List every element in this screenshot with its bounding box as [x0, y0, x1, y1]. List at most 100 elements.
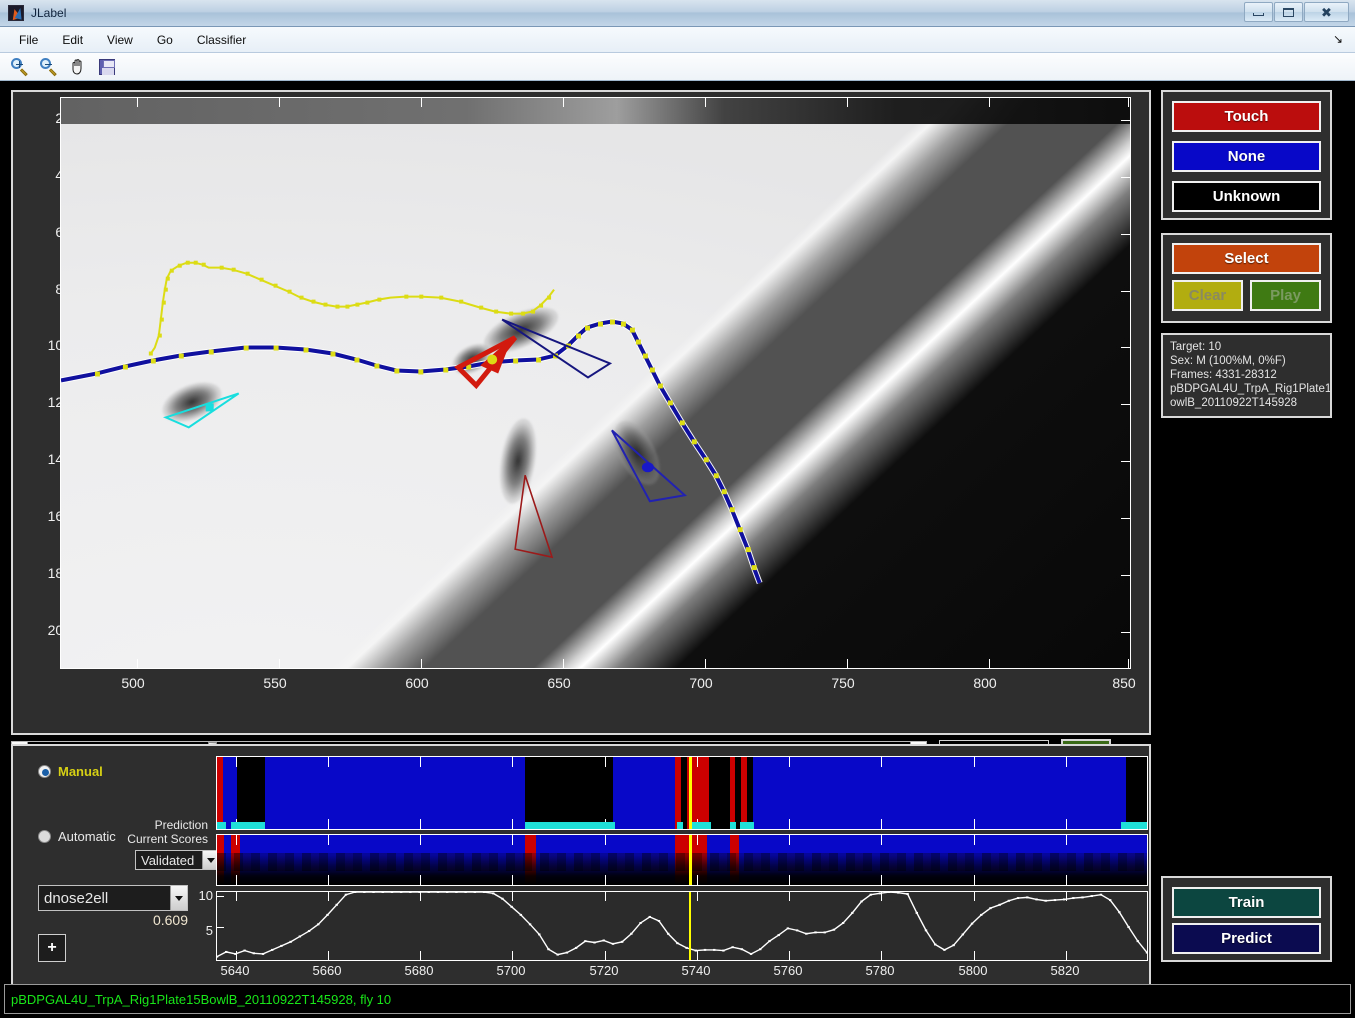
close-icon: ✖	[1321, 4, 1332, 20]
zoom-out-icon[interactable]	[39, 57, 59, 77]
validated-marker	[525, 822, 615, 829]
validated-marker	[689, 822, 711, 829]
automatic-prediction-timeline[interactable]	[216, 834, 1148, 886]
minimize-button[interactable]	[1244, 2, 1273, 22]
selection-panel: Select Clear Play	[1161, 233, 1332, 323]
score-xtick-label: 5820	[1050, 963, 1080, 978]
timeline-segment	[237, 757, 265, 829]
jlabel-window: JLabel ✖ File Edit View Go Classifier ↘	[0, 0, 1355, 1018]
menu-file[interactable]: File	[8, 30, 49, 50]
manual-radio-row[interactable]: Manual	[38, 764, 103, 779]
info-experiment-line1: pBDPGAL4U_TrpA_Rig1Plate15B	[1170, 383, 1332, 395]
video-xtick-label: 850	[1112, 675, 1136, 691]
timeline-segment	[525, 757, 613, 829]
info-target: Target: 10	[1170, 341, 1222, 353]
video-xtick-label: 600	[405, 675, 429, 691]
menu-view[interactable]: View	[96, 30, 144, 50]
pan-hand-icon[interactable]	[68, 57, 88, 77]
score-ytick-label: 5	[205, 923, 213, 938]
menu-classifier[interactable]: Classifier	[186, 30, 257, 50]
feature-dropdown[interactable]: dnose2ell	[38, 885, 188, 911]
score-xtick-label: 5780	[865, 963, 895, 978]
add-feature-button[interactable]: +	[38, 934, 66, 962]
maximize-button[interactable]	[1274, 2, 1303, 22]
video-axes[interactable]	[60, 97, 1131, 669]
manual-labels-timeline[interactable]	[216, 756, 1148, 830]
timeline-segment	[223, 757, 237, 829]
tool-bar	[0, 53, 1355, 81]
current-scores-label: Current Scores	[127, 832, 208, 846]
info-experiment-line2: owlB_20110922T145928	[1170, 397, 1298, 409]
predict-button[interactable]: Predict	[1172, 923, 1321, 954]
timeline-segment	[709, 757, 730, 829]
behavior-panel: Touch None Unknown	[1161, 90, 1332, 220]
window-controls: ✖	[1244, 2, 1349, 22]
main-body: 20 40 60 80 100 120 140 160 180 200 500 …	[0, 81, 1355, 1018]
score-xtick-label: 5800	[958, 963, 988, 978]
score-plot[interactable]	[216, 891, 1148, 961]
feature-dropdown-value: dnose2ell	[44, 889, 109, 907]
status-text: pBDPGAL4U_TrpA_Rig1Plate15BowlB_20110922…	[11, 991, 392, 1007]
menu-go[interactable]: Go	[146, 30, 184, 50]
video-xtick-label: 650	[547, 675, 571, 691]
timeline-segment	[265, 757, 525, 829]
chevron-down-icon[interactable]	[170, 886, 187, 910]
zoom-in-icon[interactable]	[10, 57, 30, 77]
score-xtick-label: 5760	[773, 963, 803, 978]
video-xtick-label: 700	[689, 675, 713, 691]
score-xtick-label: 5700	[496, 963, 526, 978]
validated-marker	[1121, 822, 1147, 829]
train-button[interactable]: Train	[1172, 887, 1321, 918]
matlab-icon	[8, 5, 24, 21]
trajectory-overlay	[61, 260, 763, 585]
manual-radio[interactable]	[38, 765, 51, 778]
score-xtick-label: 5640	[220, 963, 250, 978]
window-title: JLabel	[31, 6, 67, 20]
none-button[interactable]: None	[1172, 141, 1321, 172]
score-frame-cursor	[689, 892, 691, 960]
timeline-segment	[613, 757, 675, 829]
validated-marker	[730, 822, 736, 829]
dock-arrow-icon[interactable]: ↘	[1333, 33, 1345, 45]
score-ytick-label: 10	[198, 888, 213, 903]
info-frames: Frames: 4331-28312	[1170, 369, 1277, 381]
select-button[interactable]: Select	[1172, 243, 1321, 274]
touch-button[interactable]: Touch	[1172, 101, 1321, 132]
target-info-panel: Target: 10 Sex: M (100%M, 0%F) Frames: 4…	[1161, 333, 1332, 418]
validated-marker	[677, 822, 683, 829]
score-xtick-label: 5740	[681, 963, 711, 978]
validated-marker	[231, 822, 265, 829]
video-xtick-label: 500	[121, 675, 145, 691]
score-line	[217, 892, 1147, 958]
validated-marker	[217, 822, 226, 829]
video-xtick-label: 750	[831, 675, 855, 691]
title-bar-left: JLabel	[0, 5, 66, 21]
status-bar: pBDPGAL4U_TrpA_Rig1Plate15BowlB_20110922…	[4, 984, 1351, 1014]
validated-dropdown[interactable]: Validated	[135, 850, 220, 870]
score-xtick-label: 5720	[589, 963, 619, 978]
automatic-radio[interactable]	[38, 830, 51, 843]
save-icon[interactable]	[97, 57, 117, 77]
close-button[interactable]: ✖	[1304, 2, 1349, 22]
info-sex: Sex: M (100%M, 0%F)	[1170, 355, 1286, 367]
validated-marker	[740, 822, 754, 829]
video-panel: 20 40 60 80 100 120 140 160 180 200 500 …	[11, 90, 1151, 735]
score-shading-noise	[217, 853, 1147, 871]
timeline-segment	[753, 757, 1126, 829]
video-xtick-label: 550	[263, 675, 287, 691]
menu-edit[interactable]: Edit	[51, 30, 94, 50]
unknown-button[interactable]: Unknown	[1172, 181, 1321, 212]
title-bar: JLabel ✖	[0, 0, 1355, 27]
timeline-panel: Manual Automatic Prediction Current Scor…	[11, 744, 1151, 994]
maximize-icon	[1283, 7, 1294, 17]
score-xtick-label: 5680	[404, 963, 434, 978]
classifier-panel: Train Predict	[1161, 876, 1332, 962]
minimize-icon	[1253, 13, 1264, 16]
menu-bar: File Edit View Go Classifier ↘	[0, 27, 1355, 53]
score-xtick-label: 5660	[312, 963, 342, 978]
selection-play-button[interactable]: Play	[1250, 280, 1321, 311]
prediction-label: Prediction	[154, 818, 208, 832]
video-xtick-label: 800	[973, 675, 997, 691]
score-value: 0.609	[152, 912, 188, 928]
clear-button[interactable]: Clear	[1172, 280, 1243, 311]
